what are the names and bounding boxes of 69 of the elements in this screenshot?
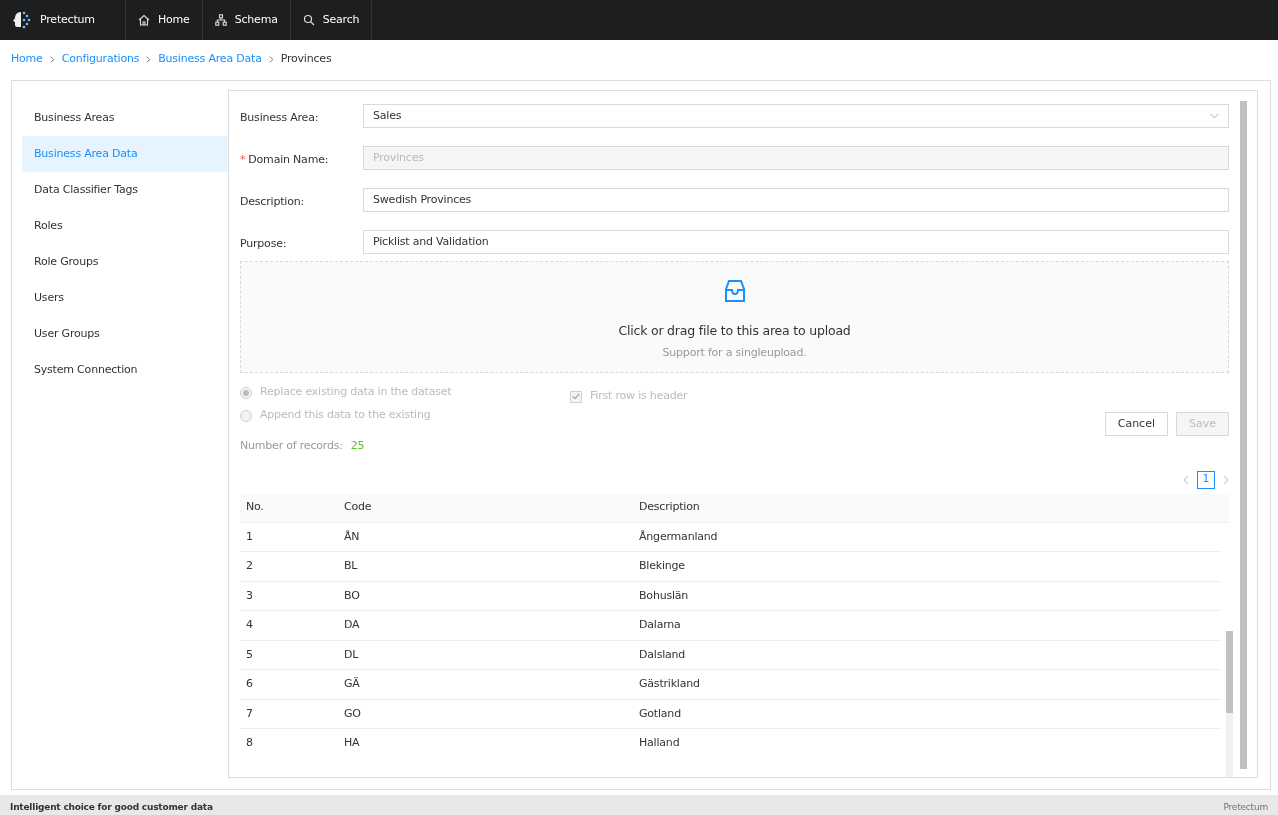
cancel-button[interactable]: Cancel: [1104, 412, 1168, 436]
upload-dropzone[interactable]: Click or drag file to this area to upload Support for a singleupload.: [240, 261, 1229, 373]
table-cell-text: Bohuslän: [638, 587, 690, 604]
column-header: Description: [638, 499, 701, 516]
table-cell-text: DL: [343, 646, 360, 663]
chevron-right-icon: [268, 55, 274, 63]
sidebar-item[interactable]: Data Classifier Tags: [22, 172, 228, 208]
table-cell-text: DA: [343, 617, 361, 633]
logo-icon: [12, 10, 32, 30]
table-cell-text: 4: [245, 617, 254, 633]
records-label: Number of records:: [240, 438, 343, 454]
table-cell-text: 2: [245, 558, 254, 574]
input-field: Provinces: [363, 146, 1229, 170]
breadcrumb-current: Provinces: [280, 50, 332, 67]
table-cell-text: ÅN: [343, 528, 361, 545]
home-icon: [138, 14, 150, 26]
scrollbar-thumb[interactable]: [1240, 101, 1247, 769]
search-icon: [302, 14, 315, 26]
table-cell-text: Dalarna: [638, 617, 682, 633]
sidebar-item[interactable]: Role Groups: [22, 244, 228, 280]
table-cell-text: GO: [343, 705, 362, 722]
table-cell-text: Halland: [638, 735, 681, 751]
sidebar-item[interactable]: Business Areas: [22, 100, 228, 136]
table-cell-text: Blekinge: [638, 558, 686, 574]
records-count: 25: [350, 438, 365, 454]
upload-hint: Support for a singleupload.: [662, 344, 807, 361]
footer-brand: Pretectum: [1223, 800, 1268, 814]
table-cell-text: 6: [245, 676, 254, 692]
upload-title: Click or drag file to this area to upload: [618, 322, 851, 340]
sidebar-item[interactable]: Users: [22, 280, 228, 316]
checkbox-label: First row is header: [590, 388, 688, 405]
column-header: Code: [343, 499, 373, 516]
table-cell-text: Gästrikland: [638, 676, 701, 692]
footer-tagline: Intelligent choice for good customer data: [10, 800, 213, 814]
sidebar-item[interactable]: Roles: [22, 208, 228, 244]
input-field[interactable]: Picklist and Validation: [363, 230, 1229, 254]
field-label: Business Area:: [240, 110, 320, 126]
table-cell-text: Gotland: [638, 705, 682, 722]
sidebar-item[interactable]: System Connection: [22, 352, 228, 388]
table-cell-text: HA: [343, 735, 361, 751]
brand-name: Pretectum: [40, 11, 95, 28]
table-cell-text: 1: [245, 528, 254, 545]
table-cell-text: 7: [245, 705, 254, 722]
scrollbar-thumb[interactable]: [1226, 631, 1233, 713]
nav-link[interactable]: Home: [125, 0, 202, 40]
sidebar-item[interactable]: User Groups: [22, 316, 228, 352]
column-header: No.: [245, 499, 265, 516]
table-cell-text: Ångermanland: [638, 528, 719, 545]
select-field[interactable]: Sales: [363, 104, 1229, 128]
table-cell-text: BL: [343, 558, 359, 574]
table-cell-text: 8: [245, 735, 254, 751]
table-cell-text: 3: [245, 587, 254, 604]
chevron-right-icon: [146, 55, 152, 63]
nav-link[interactable]: Search: [289, 0, 373, 40]
field-label: Purpose:: [240, 236, 288, 252]
table-cell-text: BO: [343, 587, 361, 604]
hierarchy-icon: [214, 14, 227, 26]
chevron-right-icon: [49, 55, 55, 63]
radio-label: Append this data to the existing: [260, 407, 431, 424]
field-label: * Domain Name:: [240, 152, 330, 168]
table-cell-text: 5: [245, 646, 254, 663]
input-field[interactable]: Swedish Provinces: [363, 188, 1229, 212]
table-cell-text: GÄ: [343, 676, 361, 692]
chevron-down-icon: [1210, 113, 1219, 119]
chevron-left-icon[interactable]: [1183, 474, 1189, 485]
table-cell-text: Dalsland: [638, 646, 687, 663]
nav-link[interactable]: Schema: [201, 0, 290, 40]
field-label: Description:: [240, 194, 305, 210]
chevron-right-icon[interactable]: [1223, 474, 1229, 485]
